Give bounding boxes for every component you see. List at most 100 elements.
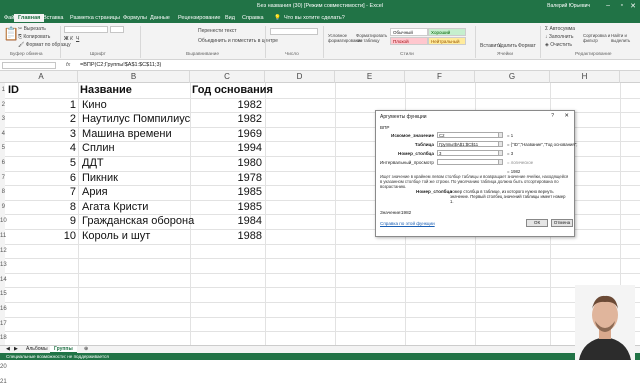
copy-button[interactable]: ⎘ Копировать [18, 34, 50, 40]
italic-button[interactable]: К [70, 36, 73, 42]
cell-year[interactable]: 1980 [195, 157, 262, 169]
style-bad[interactable]: Плохой [390, 37, 428, 45]
user-name[interactable]: Валерий Юрьевич [547, 3, 590, 9]
cell-name[interactable]: Машина времени [82, 128, 172, 140]
underline-button[interactable]: Ч [76, 36, 79, 42]
cell-name[interactable]: Наутилус Помпилиус [82, 113, 190, 125]
cancel-button[interactable]: Отмена [551, 219, 573, 227]
cell-year[interactable]: 1985 [195, 186, 262, 198]
cell-year[interactable]: 1985 [195, 201, 262, 213]
cell-id[interactable]: 9 [5, 215, 76, 227]
row-header[interactable]: 21 [0, 379, 7, 385]
column-header-f[interactable]: F [405, 71, 475, 83]
close-icon[interactable]: ✕ [630, 2, 636, 10]
clear-button[interactable]: ◈ Очистить [545, 42, 572, 48]
cell-name[interactable]: Гражданская оборона [82, 215, 194, 227]
cell-id[interactable]: 4 [5, 142, 76, 154]
cell-year[interactable]: 1969 [195, 128, 262, 140]
arg-input-range-lookup[interactable] [437, 159, 499, 165]
header-cell-year[interactable]: Год основания [192, 84, 273, 96]
cell-name[interactable]: Кино [82, 99, 107, 111]
column-header-d[interactable]: D [265, 71, 335, 83]
cell-id[interactable]: 1 [5, 99, 76, 111]
fx-icon[interactable]: fx [66, 62, 70, 68]
cell-year[interactable]: 1978 [195, 172, 262, 184]
fill-button[interactable]: ↓ Заполнить [545, 34, 573, 40]
cell-year[interactable]: 1988 [195, 230, 262, 242]
minimize-icon[interactable]: – [606, 2, 610, 9]
column-header-e[interactable]: E [335, 71, 405, 83]
range-picker-icon[interactable] [498, 141, 503, 147]
tab-data[interactable]: Данные [150, 15, 170, 21]
tab-review[interactable]: Рецензирование [178, 15, 220, 21]
column-header-a[interactable]: A [5, 71, 78, 83]
close-icon[interactable]: ✕ [564, 113, 569, 119]
sheet-tab-groups[interactable]: Группы [50, 346, 77, 353]
find-select-button[interactable]: Найти и выделить [611, 33, 639, 43]
formula-input[interactable]: =ВПР(C2;Группы!$A$1:$C$11;3) [80, 62, 161, 68]
autosum-button[interactable]: Σ Автосумма [545, 26, 575, 32]
header-cell-id[interactable]: ID [8, 84, 19, 96]
cell-year[interactable]: 1982 [195, 113, 262, 125]
font-size-select[interactable] [110, 26, 124, 33]
header-cell-name[interactable]: Название [80, 84, 132, 96]
accessibility-status[interactable]: Специальные возможности: не поддерживает… [6, 354, 109, 359]
cell-name[interactable]: ДДТ [82, 157, 104, 169]
tab-insert[interactable]: Вставка [43, 15, 63, 21]
column-header-h[interactable]: H [550, 71, 620, 83]
ok-button[interactable]: ОК [526, 219, 548, 227]
arg-input-lookup[interactable]: C2 [437, 132, 499, 138]
tab-home[interactable]: Главная [14, 14, 45, 22]
row-header[interactable]: 20 [0, 364, 7, 370]
bold-button[interactable]: Ж [64, 36, 69, 42]
format-painter-button[interactable]: 🖌 Формат по образцу [18, 42, 71, 48]
column-header-b[interactable]: B [78, 71, 190, 83]
number-format-select[interactable] [270, 28, 318, 35]
cell-id[interactable]: 6 [5, 172, 76, 184]
font-name-select[interactable] [64, 26, 108, 33]
paste-icon[interactable]: 📋 [3, 26, 19, 42]
cell-name[interactable]: Король и шут [82, 230, 150, 242]
column-header-c[interactable]: C [190, 71, 265, 83]
range-picker-icon[interactable] [498, 150, 503, 156]
range-picker-icon[interactable] [498, 132, 503, 138]
style-neutral[interactable]: Нейтральный [428, 37, 466, 45]
help-link[interactable]: Справка по этой функции [380, 221, 435, 226]
cell-id[interactable]: 8 [5, 201, 76, 213]
tab-help[interactable]: Справка [242, 15, 264, 21]
column-header-g[interactable]: G [475, 71, 550, 83]
maximize-icon[interactable]: ▫ [621, 2, 623, 9]
tab-formulas[interactable]: Формулы [123, 15, 147, 21]
help-icon[interactable]: ? [551, 113, 554, 119]
cell-year[interactable]: 1982 [195, 99, 262, 111]
cell-name[interactable]: Сплин [82, 142, 115, 154]
tab-page-layout[interactable]: Разметка страницы [70, 15, 120, 21]
style-good[interactable]: Хороший [428, 28, 466, 36]
delete-cells-button[interactable]: Удалить [498, 43, 517, 49]
sheet-nav-next-icon[interactable]: ▶ [10, 346, 22, 353]
range-picker-icon[interactable] [498, 159, 503, 165]
cell-id[interactable]: 2 [5, 113, 76, 125]
add-sheet-icon[interactable]: ⊕ [80, 346, 92, 353]
sheet-tab-albums[interactable]: Альбомы [22, 346, 52, 353]
cell-id[interactable]: 7 [5, 186, 76, 198]
conditional-format-button[interactable]: Условное форматирование [328, 33, 363, 43]
tab-view[interactable]: Вид [225, 15, 235, 21]
sort-filter-button[interactable]: Сортировка и фильтр [583, 33, 611, 43]
cell-id[interactable]: 5 [5, 157, 76, 169]
cell-name[interactable]: Агата Кристи [82, 201, 148, 213]
cell-year[interactable]: 1984 [195, 215, 262, 227]
cell-name[interactable]: Пикник [82, 172, 118, 184]
cell-name[interactable]: Ария [82, 186, 108, 198]
cell-year[interactable]: 1994 [195, 142, 262, 154]
style-normal[interactable]: Обычный [390, 28, 428, 36]
name-box[interactable] [2, 62, 56, 69]
arg-input-table[interactable]: Группы!$A$1:$C$11 [437, 141, 499, 147]
wrap-text-button[interactable]: Перенести текст [198, 28, 237, 34]
arg-input-col-index[interactable]: 3 [437, 150, 499, 156]
search-hint[interactable]: Что вы хотите сделать? [284, 15, 345, 21]
cell-id[interactable]: 10 [5, 230, 76, 242]
cut-button[interactable]: ✂ Вырезать [18, 26, 46, 32]
format-cells-button[interactable]: Формат [518, 43, 536, 49]
cell-id[interactable]: 3 [5, 128, 76, 140]
